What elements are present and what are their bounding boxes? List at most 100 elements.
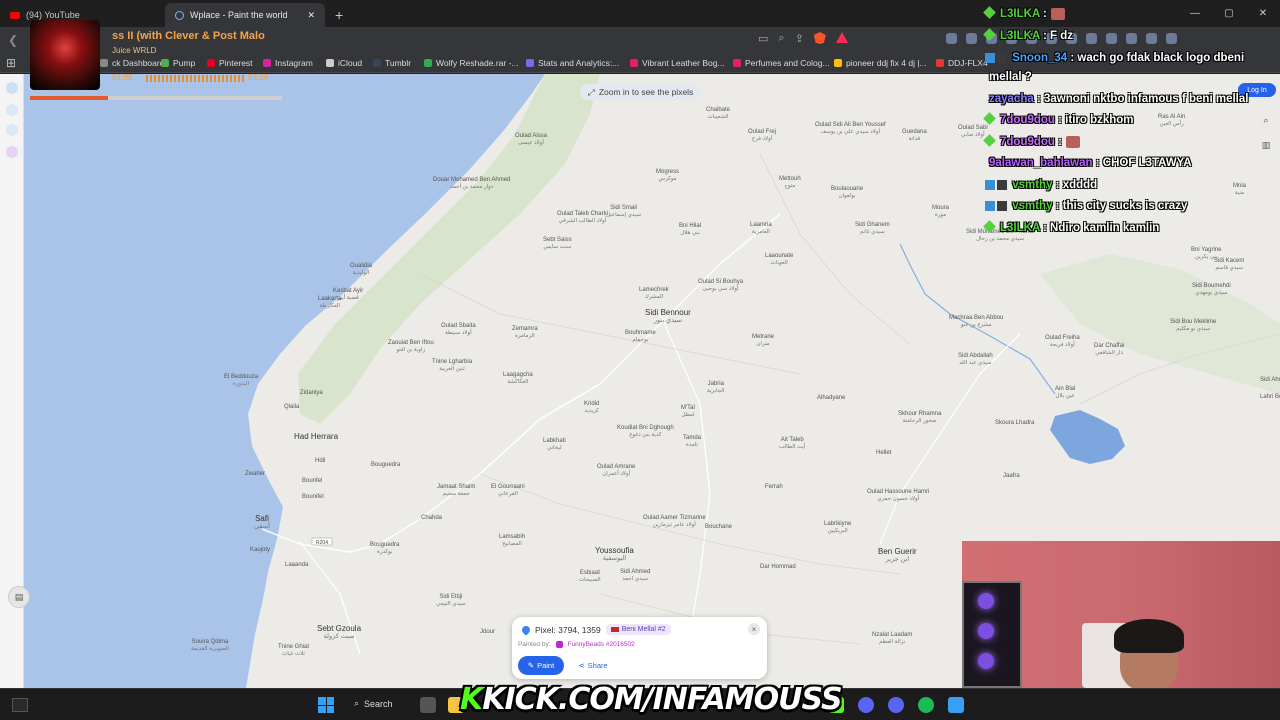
city-name-arabic: سيدي إسماعيل — [606, 211, 642, 218]
city-name: Dar Chaffai — [1094, 343, 1125, 349]
city-name: Oulad Amrane — [597, 464, 636, 470]
windows-start-icon[interactable] — [318, 697, 334, 713]
city-name-arabic: أولاد عامر تيزمارين — [652, 521, 696, 528]
pc-case — [962, 581, 1022, 688]
shop-icon — [733, 58, 741, 67]
twitch-icon[interactable] — [6, 146, 18, 158]
chat-username[interactable]: L3ILKA — [1000, 30, 1043, 42]
city-name-arabic: أولاد صابي — [960, 131, 985, 138]
zoom-icon[interactable]: ⌕ — [778, 32, 784, 45]
chat-username[interactable]: L3ILKA — [1000, 222, 1043, 234]
city-name: Koudiat Bni Dghough — [617, 425, 674, 431]
spotify-icon[interactable] — [918, 697, 934, 713]
bookmark-label: Wolfy Reshade.rar -... — [436, 57, 519, 68]
paint-button[interactable]: ✎ Paint — [518, 656, 564, 675]
chat-username[interactable]: 9alawan_bahlawan — [989, 157, 1096, 169]
city-name: Bouhmame — [625, 330, 656, 336]
dot-icon[interactable] — [6, 104, 18, 116]
close-card-button[interactable]: × — [748, 623, 760, 635]
vpn-icon[interactable] — [1126, 33, 1137, 44]
apps-grid-icon[interactable]: ⊞ — [6, 56, 20, 70]
share-page-icon[interactable]: ⇪ — [795, 32, 804, 45]
city-label: Dar Hommad — [760, 564, 796, 571]
monitor-icon[interactable] — [948, 697, 964, 713]
search-icon: ⌕ — [354, 698, 360, 708]
chat-username[interactable]: L3ILKA — [1000, 8, 1043, 20]
maximize-icon[interactable]: ▢ — [1212, 0, 1246, 27]
chat-username[interactable]: zayacha — [989, 93, 1037, 105]
city-label: Oulad Si Bouhya أولاد سي بوحيى — [698, 279, 743, 292]
city-name: El Beddouza — [224, 374, 259, 380]
chat-username[interactable]: Snoon_34 — [1012, 52, 1070, 64]
chat-badge-icon — [985, 52, 995, 63]
chat-emote-icon — [1050, 8, 1065, 20]
layers-button[interactable]: ▤ — [8, 586, 30, 608]
share-button[interactable]: ⋖ Share — [572, 656, 614, 675]
chat-username[interactable]: vsmthy — [1012, 200, 1055, 212]
bookmark[interactable]: iCloud — [326, 58, 362, 68]
chat-username[interactable]: 7dou9dou — [1000, 114, 1058, 126]
close-tab-icon[interactable]: ✕ — [307, 10, 315, 21]
city-name-arabic: بني هلال — [680, 229, 700, 236]
back-arrow-icon[interactable]: ❮ — [8, 33, 18, 47]
city-name: Jdour — [480, 629, 496, 635]
discord-icon[interactable] — [888, 697, 904, 713]
bookmark[interactable]: Wolfy Reshade.rar -... — [424, 58, 519, 68]
apple-icon — [326, 58, 334, 67]
city-name-arabic: نزالة العظم — [879, 638, 906, 645]
city-label: Sidi Ettiji سيدي التيجي — [436, 594, 466, 607]
shield-icon[interactable] — [1146, 33, 1157, 44]
painter-name[interactable]: FunnyBeads #2016502 — [568, 641, 635, 648]
extension-icon[interactable] — [966, 33, 977, 44]
region-badge[interactable]: Beni Mellal #2 — [605, 624, 671, 635]
city-label: Bouguedra بوكدرة — [370, 542, 399, 555]
city-name-arabic: البريكيين — [827, 527, 848, 534]
close-window-icon[interactable]: ✕ — [1246, 0, 1280, 27]
city-name: Oulad Taleb Charki — [557, 211, 608, 217]
search-icon[interactable]: ⌕ — [1259, 113, 1273, 127]
new-tab-button[interactable]: + — [325, 3, 353, 27]
bookmark[interactable]: Stats and Analytics:... — [526, 58, 619, 68]
city-name: Lahri Bo — [1260, 394, 1280, 400]
bookmark[interactable]: Tumblr — [373, 58, 411, 68]
city-name-arabic: سيدي غانم — [859, 228, 885, 235]
task-view-icon[interactable] — [420, 697, 436, 713]
chat-username[interactable]: vsmthy — [1012, 179, 1055, 191]
menu-icon[interactable] — [1166, 33, 1177, 44]
cast-icon[interactable]: ▭ — [758, 32, 768, 45]
taskbar-search[interactable]: ⌕ Search — [354, 698, 393, 709]
extension-icon[interactable] — [946, 33, 957, 44]
city-label: Sidi Ahmed سيدي احمد — [620, 569, 650, 582]
leaderboard-icon[interactable]: ▥ — [1259, 138, 1273, 152]
widgets-icon[interactable] — [12, 698, 28, 712]
minimize-icon[interactable]: — — [1178, 0, 1212, 27]
discord-icon[interactable] — [858, 697, 874, 713]
city-name-arabic: الصبيحات — [579, 576, 601, 583]
bookmark[interactable]: Perfumes and Colog... — [733, 58, 830, 68]
chat-text: : — [1058, 136, 1062, 149]
city-name: Sebt Gzoula — [317, 624, 362, 633]
paint-button-label: Paint — [537, 661, 555, 670]
city-label: Jdour — [480, 629, 495, 636]
brave-rewards-icon[interactable] — [835, 32, 848, 43]
taskbar-search-label: Search — [364, 698, 393, 709]
bookmark[interactable]: pioneer ddj fix 4 dj |... — [834, 58, 927, 68]
bookmark[interactable]: Vibrant Leather Bog... — [630, 58, 725, 68]
city-name: Laaanda — [285, 562, 309, 568]
chat-message: L3ILKA : F dz — [983, 28, 1073, 42]
info-icon[interactable] — [6, 82, 18, 94]
sidebar-toggle-icon[interactable] — [1086, 33, 1097, 44]
city-name-arabic: زاوية بن افتو — [396, 346, 426, 353]
city-label: Lahri Bo — [1260, 394, 1280, 401]
chat-username[interactable]: 7dou9dou — [1000, 136, 1058, 148]
city-name: M'Tal — [681, 405, 695, 411]
dot-icon[interactable] — [6, 124, 18, 136]
city-name-arabic: العكاكشة — [507, 378, 529, 385]
city-label: Oulad Amrane أولاد أعمران — [597, 464, 635, 477]
brave-shield-icon[interactable] — [813, 32, 826, 44]
city-label: Jamaat Shaim جمعة سحيم — [437, 484, 475, 497]
wallet-icon[interactable] — [1106, 33, 1117, 44]
bookmark[interactable]: DDJ-FLX4 — [936, 58, 988, 68]
city-label: Laakarta العكارطة — [318, 296, 341, 309]
tumblr-icon — [373, 58, 381, 67]
